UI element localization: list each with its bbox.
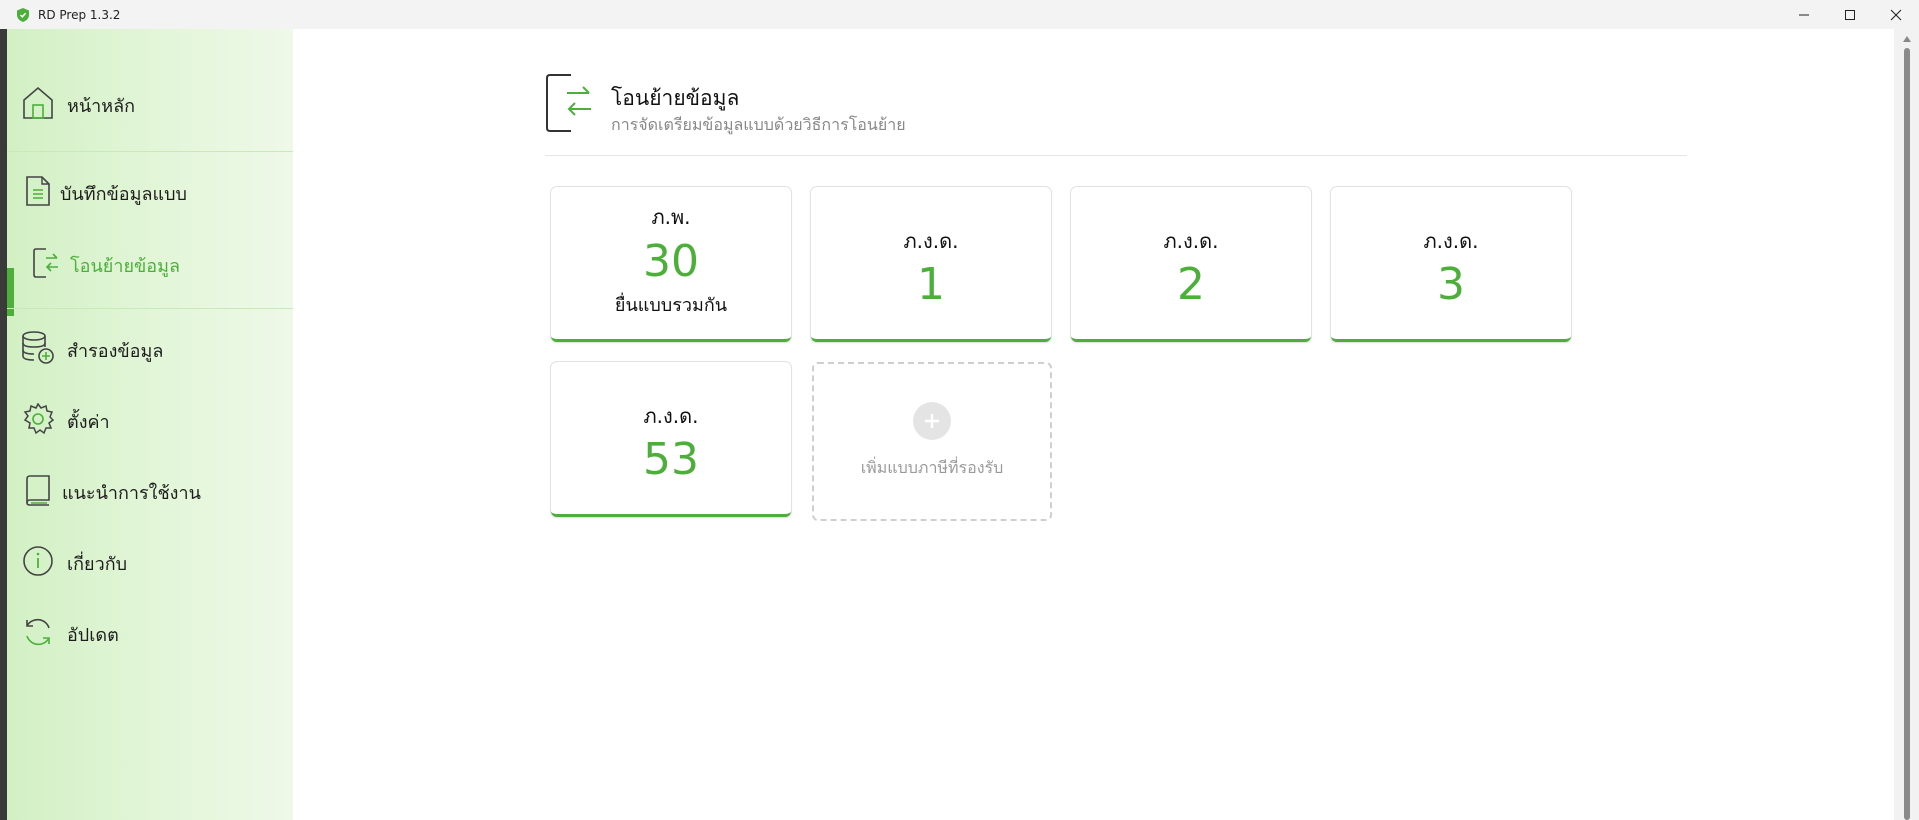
info-icon	[21, 544, 55, 578]
form-card-pnd3[interactable]: ภ.ง.ด. 3	[1331, 187, 1571, 342]
title-bar: RD Prep 1.3.2	[0, 0, 1919, 29]
sidebar-item-update[interactable]: อัปเดต	[7, 608, 293, 656]
card-note: ยื่นแบบรวมกัน	[614, 295, 728, 316]
sidebar-item-label: แนะนำการใช้งาน	[62, 483, 201, 504]
gear-icon	[21, 402, 55, 436]
book-icon	[21, 473, 55, 507]
page-subtitle: การจัดเตรียมข้อมูลแบบด้วยวิธีการโอนย้าย	[611, 115, 906, 134]
card-label: ภ.พ.	[651, 205, 691, 229]
card-number: 53	[643, 434, 699, 485]
window-edge	[0, 29, 7, 820]
form-card-pnd1[interactable]: ภ.ง.ด. 1	[811, 187, 1051, 342]
sidebar-item-label: ตั้งค่า	[67, 412, 110, 433]
scrollbar-thumb[interactable]	[1904, 48, 1910, 820]
refresh-icon	[21, 615, 55, 649]
sidebar-item-transfer-data[interactable]: โอนย้ายข้อมูล	[7, 239, 293, 287]
card-label: ภ.ง.ด.	[643, 404, 699, 428]
sidebar-item-label: อัปเดต	[67, 625, 119, 646]
card-number: 30	[643, 236, 699, 287]
form-card-pnd53[interactable]: ภ.ง.ด. 53	[551, 362, 791, 517]
sidebar-item-label: บันทึกข้อมูลแบบ	[60, 184, 187, 205]
sidebar-item-label: หน้าหลัก	[67, 96, 136, 117]
app-logo-icon	[16, 7, 30, 22]
scroll-up-icon[interactable]	[1903, 36, 1911, 42]
card-number: 2	[1177, 259, 1205, 310]
add-form-label: เพิ่มแบบภาษีที่รองรับ	[860, 458, 1004, 477]
sidebar-item-label: โอนย้ายข้อมูล	[70, 256, 180, 277]
sidebar-item-settings[interactable]: ตั้งค่า	[7, 395, 293, 443]
sidebar-item-label: เกี่ยวกับ	[67, 554, 128, 575]
card-label: ภ.ง.ด.	[903, 229, 959, 253]
sidebar-item-record-data[interactable]: บันทึกข้อมูลแบบ	[7, 167, 293, 215]
card-label: ภ.ง.ด.	[1163, 229, 1219, 253]
plus-icon	[913, 402, 951, 440]
close-button[interactable]	[1873, 0, 1919, 29]
sidebar-divider	[7, 151, 293, 152]
card-number: 1	[917, 259, 945, 310]
transfer-icon	[29, 246, 63, 280]
database-backup-icon	[21, 331, 55, 365]
sidebar-item-about[interactable]: เกี่ยวกับ	[7, 537, 293, 585]
sidebar: หน้าหลัก บันทึกข้อมูลแบบ โอนย้ายข้อมูล ส…	[7, 29, 293, 820]
app-title: RD Prep 1.3.2	[38, 7, 121, 22]
form-card-pp30[interactable]: ภ.พ. 30 ยื่นแบบรวมกัน	[551, 187, 791, 342]
minimize-button[interactable]	[1781, 0, 1827, 29]
document-icon	[21, 174, 55, 208]
form-card-pnd2[interactable]: ภ.ง.ด. 2	[1071, 187, 1311, 342]
card-number: 3	[1437, 259, 1465, 310]
sidebar-item-guide[interactable]: แนะนำการใช้งาน	[7, 466, 293, 514]
card-label: ภ.ง.ด.	[1423, 229, 1479, 253]
header-divider	[545, 155, 1687, 156]
home-icon	[21, 86, 55, 120]
page-title: โอนย้ายข้อมูล	[611, 86, 740, 110]
sidebar-item-home[interactable]: หน้าหลัก	[7, 79, 293, 127]
minimize-icon	[1799, 14, 1809, 15]
maximize-button[interactable]	[1827, 0, 1873, 29]
add-form-card[interactable]: เพิ่มแบบภาษีที่รองรับ	[812, 362, 1052, 521]
maximize-icon	[1845, 9, 1855, 20]
sidebar-item-label: สำรองข้อมูล	[67, 341, 164, 362]
window-controls	[1781, 0, 1919, 29]
sidebar-divider	[7, 308, 293, 309]
close-icon	[1890, 9, 1902, 20]
main-content	[293, 29, 1894, 820]
transfer-icon	[545, 73, 593, 133]
sidebar-item-backup[interactable]: สำรองข้อมูล	[7, 324, 293, 372]
